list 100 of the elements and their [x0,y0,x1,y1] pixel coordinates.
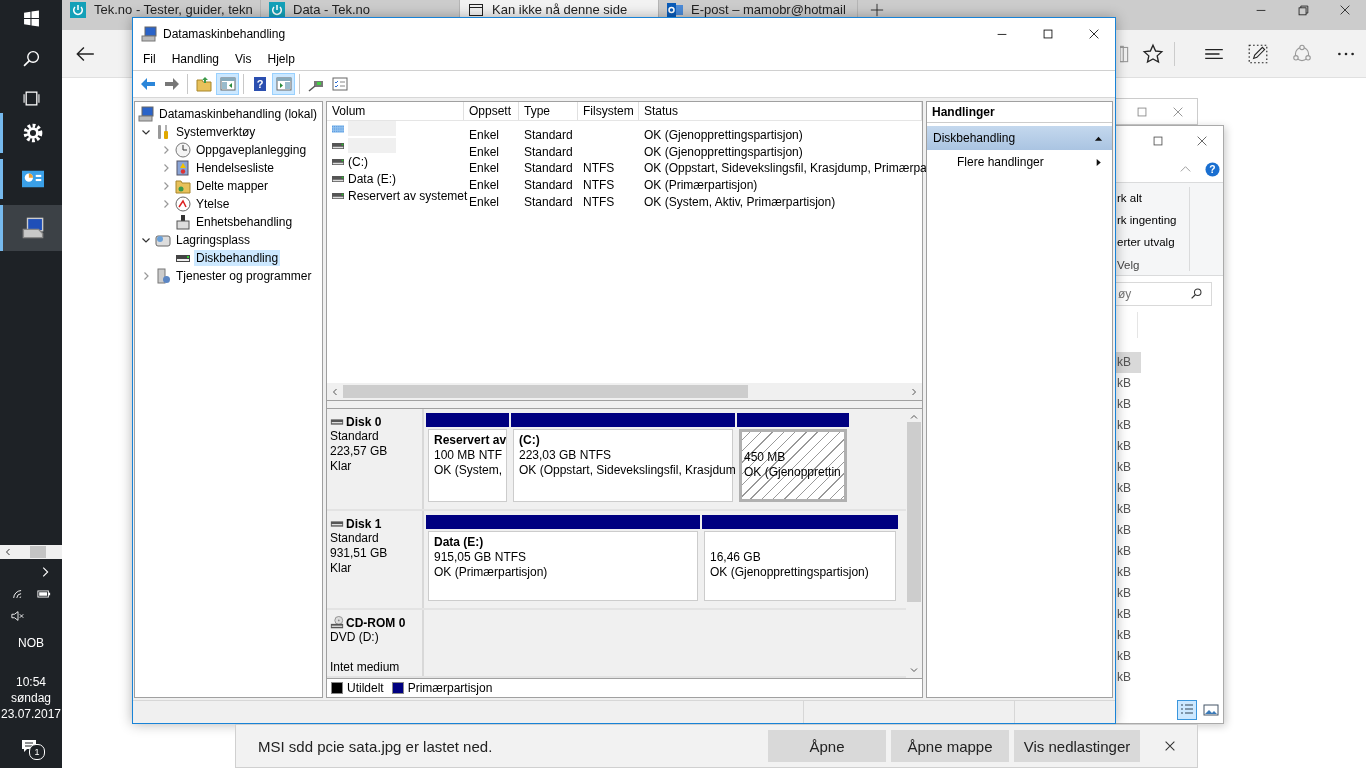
browser-tab[interactable]: Kan ikke nå denne side [460,0,659,17]
file-size[interactable]: kB [1116,415,1141,436]
disk-info-panel[interactable]: CD-ROM 0 DVD (D:) Intet medium [327,610,424,676]
disk-size: 223,57 GB [330,444,389,459]
file-size[interactable]: kB [1116,478,1141,499]
download-button[interactable]: Vis nedlastinger [1014,730,1140,762]
ribbon-command[interactable]: erter utvalg [1117,231,1189,253]
tab-title: Kan ikke nå denne side [492,2,628,17]
disk-name: CD-ROM 0 [346,616,406,630]
tree-item[interactable]: Lagringsplass [174,232,253,248]
tree-item[interactable]: Ytelse [194,196,232,212]
ribbon-command[interactable]: rk ingenting [1117,209,1189,231]
table-cell-text: Standard [523,161,574,175]
column-header[interactable]: Volum [327,102,464,120]
partition-block[interactable]: Data (E:) 915,05 GB NTFS OK (Primærpartisjon) [426,515,700,604]
file-size[interactable]: kB [1116,352,1141,373]
partition-status: OK (Gjenopprettingspartisjon) [710,565,870,580]
column-header[interactable]: Status [639,102,922,120]
tree-item[interactable]: Datamaskinbehandling (lokal) [157,106,320,122]
help-icon[interactable]: ? [1205,161,1220,177]
disk-type: DVD (D:) [330,630,380,645]
language-indicator[interactable]: NOB [18,635,44,651]
table-cell: (C:) [348,155,368,169]
disk-state: Klar [330,561,353,576]
clock-time[interactable]: 10:54 [16,674,46,690]
table-cell-text: NTFS [582,195,616,209]
table-cell-text: OK (Gjenopprettingspartisjon) [643,127,804,142]
partition-size: 450 MB [744,450,787,465]
action-item[interactable]: Flere handlinger [927,150,1112,174]
menu-item[interactable]: Hjelp [259,50,303,69]
file-size[interactable]: kB [1116,499,1141,520]
table-cell-text: Enkel [468,161,501,175]
table-cell: Data (E:) [348,172,396,186]
download-button[interactable]: Åpne mappe [891,730,1009,762]
table-cell-text: NTFS [582,178,616,192]
search-field[interactable]: øy [1116,282,1212,306]
partition-size: 16,46 GB [710,550,762,565]
disk-state: Intet medium [330,660,401,675]
partition-label: (C:) [519,433,541,448]
file-size[interactable]: kB [1116,604,1141,625]
file-size[interactable]: kB [1116,583,1141,604]
ribbon-command[interactable]: rk alt [1117,187,1189,209]
partition-status: OK (System, [434,463,503,478]
disk-type: Standard [330,429,380,444]
download-button[interactable]: Åpne [768,730,886,762]
menu-item[interactable]: Fil [135,50,164,69]
tree-item[interactable]: Hendelsesliste [194,160,277,176]
partition-block[interactable]: Reservert av 100 MB NTF OK (System, [426,413,509,505]
tree-item[interactable]: Enhetsbehandling [194,214,295,230]
file-size[interactable]: kB [1116,646,1141,667]
column-header[interactable]: Oppsett [464,102,519,120]
table-cell: Reservert av systemet [348,189,468,203]
menu-item[interactable]: Handling [163,50,228,69]
table-cell-text: Standard [523,178,574,192]
disk-size: 931,51 GB [330,546,389,561]
file-size[interactable]: kB [1116,625,1141,646]
file-size[interactable]: kB [1116,520,1141,541]
column-header[interactable]: Filsystem [578,102,639,120]
file-size[interactable]: kB [1116,436,1141,457]
table-cell-text: Enkel [468,127,501,142]
table-cell-text: OK (System, Aktiv, Primærpartisjon) [643,195,837,209]
window-title: Datamaskinbehandling [163,26,286,41]
download-message: MSI sdd pcie sata.jpg er lastet ned. [258,737,493,755]
table-cell-text: Standard [523,127,574,142]
menu-item[interactable]: Vis [227,50,260,69]
tree-item[interactable]: Systemverktøy [174,124,258,140]
disk-type: Standard [330,531,380,546]
tree-item[interactable]: Delte mapper [194,178,271,194]
tree-item[interactable]: Oppgaveplanlegging [194,142,309,158]
partition-size: 223,03 GB NTFS [519,448,613,463]
actions-section[interactable]: Diskbehandling [927,126,1112,150]
partition-block[interactable]: 450 MB OK (Gjenopprettin [737,413,849,505]
table-cell-text: OK (Primærpartisjon) [643,178,759,192]
tab-title: Data - Tek.no [293,2,371,17]
tree-item[interactable]: Tjenester og programmer [174,268,314,284]
file-size[interactable]: kB [1116,457,1141,478]
file-size[interactable]: kB [1116,394,1141,415]
disk-info-panel[interactable]: Disk 0 Standard 223,57 GB Klar [327,409,424,509]
file-size[interactable]: kB [1116,373,1141,394]
tab-title: Tek.no - Tester, guider, tekn [94,2,253,17]
partition-status: OK (Primærpartisjon) [434,565,549,580]
disk-state: Klar [330,459,353,474]
tree-item[interactable]: Diskbehandling [194,250,281,266]
table-cell-text: Enkel [468,178,501,192]
file-size[interactable]: kB [1116,667,1141,688]
partition-block[interactable]: 16,46 GB OK (Gjenopprettingspartisjon) [702,515,898,604]
disk-name: Disk 1 [346,517,382,531]
disk-info-panel[interactable]: Disk 1 Standard 931,51 GB Klar [327,511,424,608]
file-size[interactable]: kB [1116,562,1141,583]
partition-size: 100 MB NTF [434,448,503,463]
file-size[interactable]: kB [1116,541,1141,562]
table-cell-text: Standard [523,195,574,209]
table-cell-text: Enkel [468,195,501,209]
column-header[interactable]: Type [519,102,578,120]
table-cell-text: Enkel [468,144,501,159]
disk-name: Disk 0 [346,415,382,429]
table-cell-text: NTFS [582,161,616,175]
table-cell-text: OK (Gjenopprettingspartisjon) [643,144,804,159]
partition-block[interactable]: (C:) 223,03 GB NTFS OK (Oppstart, Sidevekslingsfil, Krasjdum [511,413,735,505]
partition-label: Reservert av [434,433,506,448]
